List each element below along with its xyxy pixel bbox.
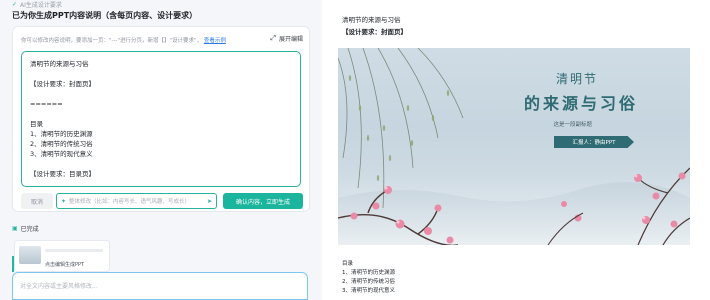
- editor-line: 1、清明节的历史渊源: [30, 130, 93, 138]
- view-example-link[interactable]: 查看示例: [204, 38, 226, 44]
- editor-line: 【设计要求：目录页】: [30, 170, 95, 178]
- editor-line: [30, 159, 292, 169]
- expand-icon: ⤢: [270, 34, 276, 42]
- preview-panel: 清明节的来源与习俗 【设计要求：封面页】 清明节 的来源与习俗 这是一段副标题 …: [322, 0, 710, 300]
- status-row: ▣ 已完成: [12, 224, 39, 233]
- doc-line: 1、清明节的历史渊源: [342, 270, 395, 276]
- editor-line: 2、清明节的传统习俗: [30, 140, 93, 148]
- editor-line: 清明节的来源与习俗: [30, 60, 89, 68]
- action-bar: 取消 ✦ 整体修改（比如：内容写长、语气风趣、写成长） ➤ 确认内容，立即生成: [21, 193, 303, 209]
- editor-line: 【设计要求：封面页】: [30, 80, 95, 88]
- slide-subtitle: 这是一段副标题: [553, 122, 592, 128]
- thumbnail-placeholder-line: [45, 249, 103, 252]
- modify-placeholder: 整体修改（比如：内容写长、语气风趣、写成长）: [69, 199, 191, 205]
- app-root: ✓ AI生成设计要求 已为你生成PPT内容说明（含每页内容、设计要求） 你可以修…: [0, 0, 710, 300]
- confirm-generate-button[interactable]: 确认内容，立即生成: [223, 193, 303, 209]
- doc-line: 2、清明节的传统习俗: [342, 279, 395, 285]
- thumbnail-image: [19, 246, 41, 264]
- doc-requirement: 【设计要求：封面页】: [342, 28, 407, 36]
- editor-line: [30, 69, 292, 79]
- editor-line: 目录: [30, 120, 43, 128]
- status-label: 已完成: [20, 226, 39, 233]
- editor-line: ======: [30, 100, 63, 108]
- chat-placeholder: 对全文内容或主要风格修改...: [20, 283, 98, 290]
- expand-edit-button[interactable]: ⤢ 展开编辑: [270, 34, 303, 43]
- editor-line: [30, 109, 292, 119]
- content-card: 你可以修改内容说明，要添加一页："---"进行分页，新增【】"设计要求"， 查看…: [12, 26, 310, 212]
- expand-label: 展开编辑: [278, 36, 303, 43]
- doc-line: 目录: [342, 261, 354, 267]
- send-icon[interactable]: ➤: [207, 198, 212, 205]
- doc-line: 3、清明节的现代意义: [342, 288, 395, 294]
- check-icon: ✓: [12, 0, 18, 8]
- cancel-button[interactable]: 取消: [21, 193, 53, 209]
- step-label: AI生成设计要求: [20, 1, 62, 9]
- slide-title-line1: 清明节: [555, 72, 598, 86]
- panel-title: 已为你生成PPT内容说明（含每页内容、设计要求）: [12, 11, 198, 20]
- editor-line: [30, 89, 292, 99]
- doc-icon: ▣: [12, 225, 18, 232]
- slide-presenter-badge: 汇报人：静由PPT: [554, 136, 634, 148]
- left-panel: ✓ AI生成设计要求 已为你生成PPT内容说明（含每页内容、设计要求） 你可以修…: [0, 0, 320, 300]
- cover-slide[interactable]: 清明节 的来源与习俗 这是一段副标题 汇报人：静由PPT: [338, 48, 690, 245]
- ppt-thumbnail-card[interactable]: 点击编辑生成PPT: [14, 240, 110, 272]
- thumbnail-label: 点击编辑生成PPT: [45, 262, 85, 268]
- chat-input[interactable]: 对全文内容或主要风格修改...: [12, 272, 308, 300]
- doc-title: 清明节的来源与习俗: [342, 16, 401, 24]
- editor-line: 3、清明节的现代意义: [30, 150, 93, 158]
- slide-title-line2: 的来源与习俗: [523, 94, 638, 113]
- hint-text: 你可以修改内容说明，要添加一页："---"进行分页，新增【】"设计要求"， 查看…: [21, 38, 226, 44]
- sparkle-icon: ✦: [61, 197, 67, 205]
- modify-input[interactable]: ✦ 整体修改（比如：内容写长、语气风趣、写成长） ➤: [56, 193, 217, 209]
- content-editor[interactable]: 清明节的来源与习俗 【设计要求：封面页】 ====== 目录 1、清明节的历史渊源…: [21, 51, 301, 187]
- doc-outline: 目录 1、清明节的历史渊源 2、清明节的传统习俗 3、清明节的现代意义: [342, 260, 395, 296]
- step-row[interactable]: ✓ AI生成设计要求: [12, 0, 62, 9]
